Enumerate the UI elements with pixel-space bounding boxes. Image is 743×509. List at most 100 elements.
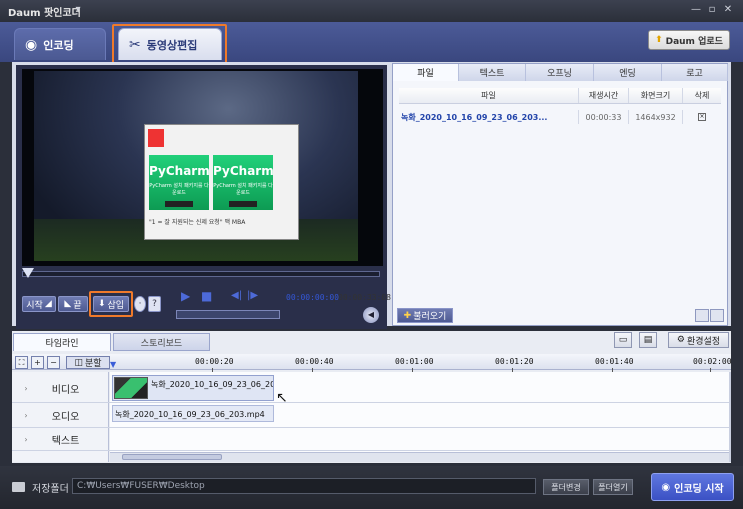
stop-icon[interactable]: ■ [201, 289, 212, 303]
zoom-in-icon[interactable]: + [31, 356, 44, 369]
seek-bar[interactable] [22, 271, 380, 277]
split-label: 분할 [84, 359, 102, 369]
track-audio[interactable]: › 오디오 [12, 404, 109, 426]
audio-clip-name: 녹화_2020_10_16_09_23_06_203.mp4 [115, 410, 265, 419]
tab-timeline[interactable]: 타임라인 [13, 333, 111, 351]
recorded-screen-thumbnail: PyCharm PyCharm 설치 패키지를 다운로드 PyCharm PyC… [144, 124, 299, 240]
zoom-out-icon[interactable]: − [47, 356, 60, 369]
tab-file[interactable]: 파일 [393, 64, 459, 81]
split-button[interactable]: ◫ 분할 [66, 356, 110, 369]
delete-file-icon[interactable]: × [698, 113, 706, 121]
settings-label: 환경설정 [686, 336, 721, 347]
file-duration: 00:00:33 [579, 110, 629, 124]
help-label: ? [152, 299, 157, 309]
open-folder-icon[interactable]: ▭ [614, 332, 632, 348]
next-frame-icon[interactable]: |▶ [247, 290, 258, 301]
play-icon[interactable]: ▶ [181, 289, 190, 303]
help-button[interactable]: ? [148, 296, 161, 312]
right-panel: 파일 텍스트 오프닝 엔딩 로고 파일 재생시간 화면크기 삭제 녹화_2020… [392, 63, 728, 326]
zoom-slider[interactable] [176, 310, 280, 319]
pycharm-card-right: PyCharm PyCharm 설치 패키지를 다운로드 [213, 155, 274, 210]
expand-chevron-icon[interactable]: › [12, 411, 40, 420]
playhead-marker-icon[interactable]: ▼ [110, 360, 116, 369]
col-file[interactable]: 파일 [399, 88, 579, 103]
col-size[interactable]: 화면크기 [629, 88, 683, 103]
settings-button[interactable]: ⚙ 환경설정 [668, 332, 729, 348]
expand-chevron-icon[interactable]: › [12, 435, 40, 444]
expand-chevron-icon[interactable]: › [12, 384, 40, 393]
ruler-tick: 00:00:40 [295, 357, 334, 366]
tab-logo[interactable]: 로고 [662, 64, 728, 81]
track-labels: › 비디오 › 오디오 › 텍스트 [12, 372, 109, 462]
pycharm-logo-icon [148, 129, 164, 147]
start-encoding-button[interactable]: ◉ 인코딩 시작 [651, 473, 734, 501]
highlight-box [112, 24, 227, 66]
track-divider [12, 402, 729, 403]
file-table-header: 파일 재생시간 화면크기 삭제 [399, 88, 721, 104]
pycharm-card-left: PyCharm PyCharm 설치 패키지를 다운로드 [149, 155, 210, 210]
file-resolution: 1464x932 [629, 110, 683, 124]
maximize-icon[interactable]: ▫ [704, 3, 720, 17]
insert-highlight-box [89, 291, 133, 317]
tab-text[interactable]: 텍스트 [459, 64, 526, 81]
timecode-separator: | [332, 293, 337, 302]
col-duration[interactable]: 재생시간 [579, 88, 629, 103]
prev-frame-icon[interactable]: ◀| [231, 290, 242, 301]
mouse-cursor-icon: ↖ [276, 390, 288, 406]
video-preview[interactable]: PyCharm PyCharm 설치 패키지를 다운로드 PyCharm PyC… [22, 69, 383, 266]
minimize-icon[interactable]: — [688, 3, 704, 17]
upload-arrow-icon: ⬆ [655, 35, 663, 45]
split-icon: ◫ [74, 357, 83, 368]
open-folder-button[interactable]: 폴더열기 [593, 479, 633, 495]
start-mark-button[interactable]: 시작 ◢ [22, 296, 56, 312]
video-clip-thumbnail [114, 377, 148, 399]
daum-upload-button[interactable]: ⬆ Daum 업로드 [648, 30, 730, 50]
tab-ending[interactable]: 엔딩 [594, 64, 662, 81]
grid-view-icon[interactable] [695, 309, 709, 322]
close-icon[interactable]: ✕ [720, 3, 736, 17]
encoding-reel-icon: ◉ [661, 481, 671, 493]
save-folder-label: 저장폴더 [32, 484, 69, 495]
track-video[interactable]: › 비디오 [12, 376, 109, 400]
tab-storyboard[interactable]: 스토리보드 [113, 333, 210, 351]
info-icon[interactable]: · [134, 296, 146, 312]
film-reel-icon: ◉ [25, 36, 38, 53]
load-file-button[interactable]: ✚ 불러오기 [397, 308, 453, 323]
total-timecode: 00:00:33:08 [338, 293, 391, 302]
track-divider [12, 450, 729, 451]
daum-upload-label: Daum 업로드 [665, 36, 723, 47]
track-text-label: 텍스트 [51, 435, 80, 447]
end-mark-button[interactable]: ◣ 끝 [58, 296, 88, 312]
plus-icon: ✚ [403, 310, 412, 321]
ruler-tick: 00:02:00 [693, 357, 732, 366]
ruler-tick: 00:01:00 [395, 357, 434, 366]
tab-opening[interactable]: 오프닝 [526, 64, 594, 81]
ramp-down-icon: ◣ [64, 299, 72, 309]
banner-text: "1 = 잘 지원되는 신제 요청" 맥 MBA [149, 219, 246, 226]
file-name: 녹화_2020_10_16_09_23_06_203... [399, 110, 579, 124]
tab-encoding[interactable]: ◉ 인코딩 [14, 28, 106, 60]
ruler-tick: 00:01:20 [495, 357, 534, 366]
vertical-scrollbar[interactable] [729, 372, 731, 462]
save-path-field[interactable]: C:₩Users₩FUSER₩Desktop [72, 478, 536, 494]
title-menu-chevron-icon[interactable]: ▾ [70, 3, 86, 17]
track-audio-label: 오디오 [51, 411, 80, 423]
fit-icon[interactable]: ⛶ [15, 356, 28, 369]
scrollbar-thumb[interactable] [122, 454, 222, 460]
end-mark-label: 끝 [73, 300, 82, 311]
track-text[interactable]: › 텍스트 [12, 428, 109, 450]
save-icon[interactable]: ▤ [639, 332, 657, 348]
folder-icon [12, 482, 25, 492]
ruler-tick: 00:01:40 [595, 357, 634, 366]
volume-icon[interactable]: ◀ [363, 307, 379, 323]
col-delete[interactable]: 삭제 [683, 88, 721, 103]
start-mark-label: 시작 [26, 300, 43, 311]
file-row[interactable]: 녹화_2020_10_16_09_23_06_203... 00:00:33 1… [399, 110, 721, 124]
title-bar: Daum 팟인코더 ▾ — ▫ ✕ [0, 0, 743, 22]
list-view-icon[interactable] [710, 309, 724, 322]
track-video-label: 비디오 [51, 384, 80, 396]
ramp-up-icon: ◢ [44, 299, 52, 309]
change-folder-button[interactable]: 폴더변경 [543, 479, 589, 495]
tab-encoding-label: 인코딩 [43, 38, 74, 52]
track-divider [12, 427, 729, 428]
